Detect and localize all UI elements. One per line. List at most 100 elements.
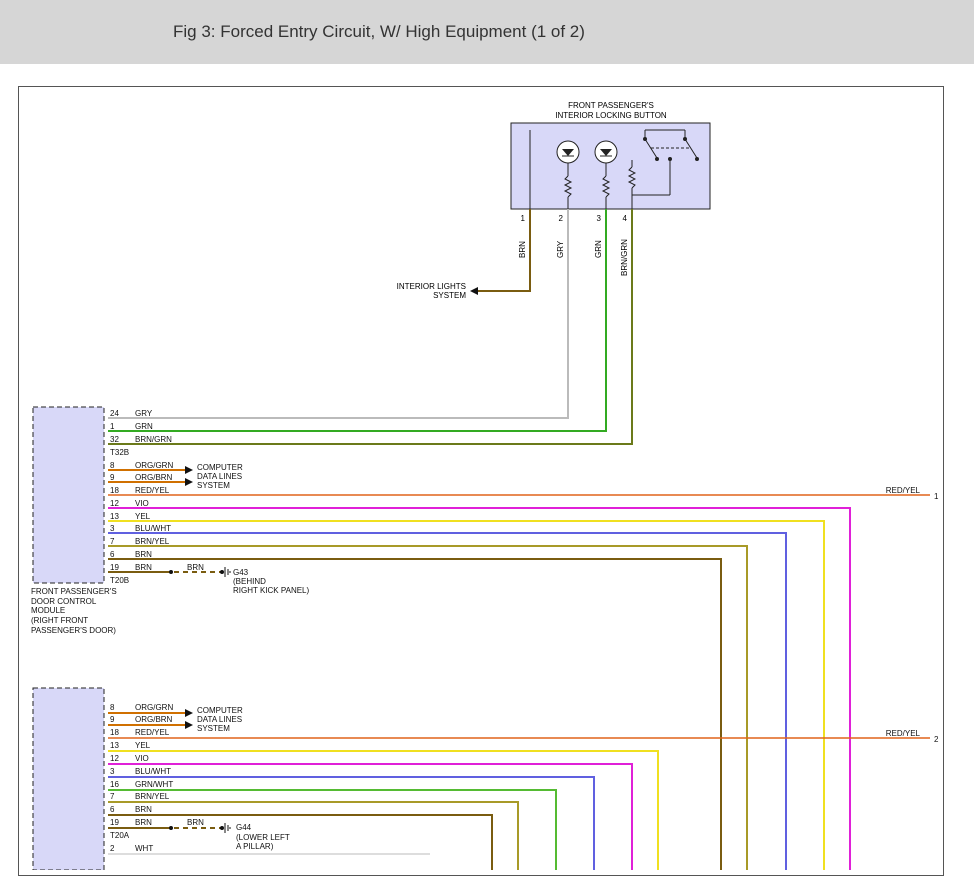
- m2-wire: BRN: [135, 805, 152, 814]
- m2-pin: 6: [110, 805, 115, 814]
- wire-yel: [108, 520, 825, 870]
- wire-yel: [108, 750, 659, 870]
- led-indicator-icon: [594, 140, 618, 164]
- door-control-module-2: 8 ORG/GRN 9 ORG/BRN 18 RED/YEL 13 YEL 12…: [32, 687, 939, 870]
- switch-title-line2: INTERIOR LOCKING BUTTON: [555, 111, 667, 120]
- m1-wire: BRN: [135, 550, 152, 559]
- m2-pin: 3: [110, 767, 115, 776]
- wire-brn-yel: [108, 801, 519, 870]
- m2-data-lines-3: SYSTEM: [197, 724, 230, 733]
- arrow-right-icon: [185, 709, 193, 717]
- m1-pin: 8: [110, 461, 115, 470]
- m1-wire: BLU/WHT: [135, 524, 171, 533]
- m1-wire: ORG/BRN: [135, 473, 173, 482]
- switch-title-line1: FRONT PASSENGER'S: [568, 101, 654, 110]
- wiring-diagram: FRONT PASSENGER'S INTERIOR LOCKING BUTTO…: [31, 101, 939, 870]
- m2-wire: GRN/WHT: [135, 780, 173, 789]
- m2-ground-desc-1: (LOWER LEFT: [236, 833, 290, 842]
- m2-wire: BRN/YEL: [135, 792, 170, 801]
- m2-pin: 18: [110, 728, 119, 737]
- m2-connector-bottom: T20A: [110, 831, 130, 840]
- wire-label-grn: GRN: [594, 240, 603, 258]
- m1-wire: BRN/GRN: [135, 435, 172, 444]
- m2-pin: 13: [110, 741, 119, 750]
- m1-label-1: FRONT PASSENGER'S: [31, 587, 117, 596]
- ground-icon: [220, 823, 231, 833]
- m1-wire: GRY: [135, 409, 153, 418]
- m1-pin: 19: [110, 563, 119, 572]
- m1-pin: 24: [110, 409, 119, 418]
- wire-label-brn-grn: BRN/GRN: [620, 239, 629, 276]
- m1-connector-top: T32B: [110, 448, 129, 457]
- m1-pin: 18: [110, 486, 119, 495]
- switch-pin-3: 3: [597, 214, 602, 223]
- m1-ground-wire: BRN: [187, 563, 204, 572]
- m1-ground-desc-1: (BEHIND: [233, 577, 266, 586]
- m1-pin: 7: [110, 537, 115, 546]
- ground-icon: [220, 567, 231, 577]
- m1-ground: G43: [233, 568, 249, 577]
- wire-label-gry: GRY: [556, 240, 565, 258]
- m2-wire: ORG/BRN: [135, 715, 173, 724]
- m1-ground-desc-2: RIGHT KICK PANEL): [233, 586, 310, 595]
- m2-ground: G44: [236, 823, 252, 832]
- switch-pin-4: 4: [623, 214, 628, 223]
- switch-wires: BRN GRY GRN BRN/GRN INTERIOR LIGHTS SYST…: [108, 209, 633, 445]
- m1-pin: 9: [110, 473, 115, 482]
- m1-pin: 3: [110, 524, 115, 533]
- m1-data-lines-3: SYSTEM: [197, 481, 230, 490]
- m1-label-5: PASSENGER'S DOOR): [31, 626, 116, 635]
- wire-gry: [108, 209, 569, 419]
- m1-wire: ORG/GRN: [135, 461, 173, 470]
- m2-pin: 12: [110, 754, 119, 763]
- arrow-right-icon: [185, 721, 193, 729]
- m2-data-lines-2: DATA LINES: [197, 715, 242, 724]
- switch-pin-1: 1: [521, 214, 526, 223]
- arrow-left-icon: [470, 287, 478, 295]
- m2-wire: BLU/WHT: [135, 767, 171, 776]
- m2-offpage-wire: RED/YEL: [886, 729, 921, 738]
- m1-wire: RED/YEL: [135, 486, 170, 495]
- m2-ground-wire: BRN: [187, 818, 204, 827]
- m1-data-lines-2: DATA LINES: [197, 472, 242, 481]
- m1-pin: 13: [110, 512, 119, 521]
- m1-offpage-ref: 1: [934, 492, 939, 501]
- m2-wire: VIO: [135, 754, 149, 763]
- m1-label-2: DOOR CONTROL: [31, 597, 97, 606]
- m2-wire: BRN: [135, 818, 152, 827]
- m2-data-lines-1: COMPUTER: [197, 706, 243, 715]
- m1-pin: 32: [110, 435, 119, 444]
- switch-body: [510, 122, 711, 210]
- m2-pin: 19: [110, 818, 119, 827]
- m2-wire: RED/YEL: [135, 728, 170, 737]
- m2-offpage-ref: 2: [934, 735, 939, 744]
- interior-lights-line1: INTERIOR LIGHTS: [397, 282, 466, 291]
- interior-locking-button: FRONT PASSENGER'S INTERIOR LOCKING BUTTO…: [510, 101, 711, 223]
- m1-connector-bottom: T20B: [110, 576, 129, 585]
- m1-label-4: (RIGHT FRONT: [31, 616, 88, 625]
- m1-wire: BRN: [135, 563, 152, 572]
- m1-wire: GRN: [135, 422, 153, 431]
- m1-pin: 1: [110, 422, 115, 431]
- wire-label-brn: BRN: [518, 241, 527, 258]
- wire-brn: [108, 814, 493, 870]
- m1-wire: VIO: [135, 499, 149, 508]
- arrow-right-icon: [185, 466, 193, 474]
- m1-pin: 12: [110, 499, 119, 508]
- m2-pin: 7: [110, 792, 115, 801]
- wire-brn-grn: [108, 209, 633, 445]
- module1-body: [32, 406, 105, 584]
- m2-wire: YEL: [135, 741, 151, 750]
- m2-ground-desc-2: A PILLAR): [236, 842, 274, 851]
- module2-body: [32, 687, 105, 870]
- m2-pin: 9: [110, 715, 115, 724]
- m1-offpage-wire: RED/YEL: [886, 486, 921, 495]
- m1-pin: 6: [110, 550, 115, 559]
- wire-grn: [108, 209, 607, 432]
- arrow-right-icon: [185, 478, 193, 486]
- m2-pin: 8: [110, 703, 115, 712]
- m1-wire: YEL: [135, 512, 151, 521]
- m2-wire: WHT: [135, 844, 153, 853]
- interior-lights-line2: SYSTEM: [433, 291, 466, 300]
- switch-pin-2: 2: [559, 214, 564, 223]
